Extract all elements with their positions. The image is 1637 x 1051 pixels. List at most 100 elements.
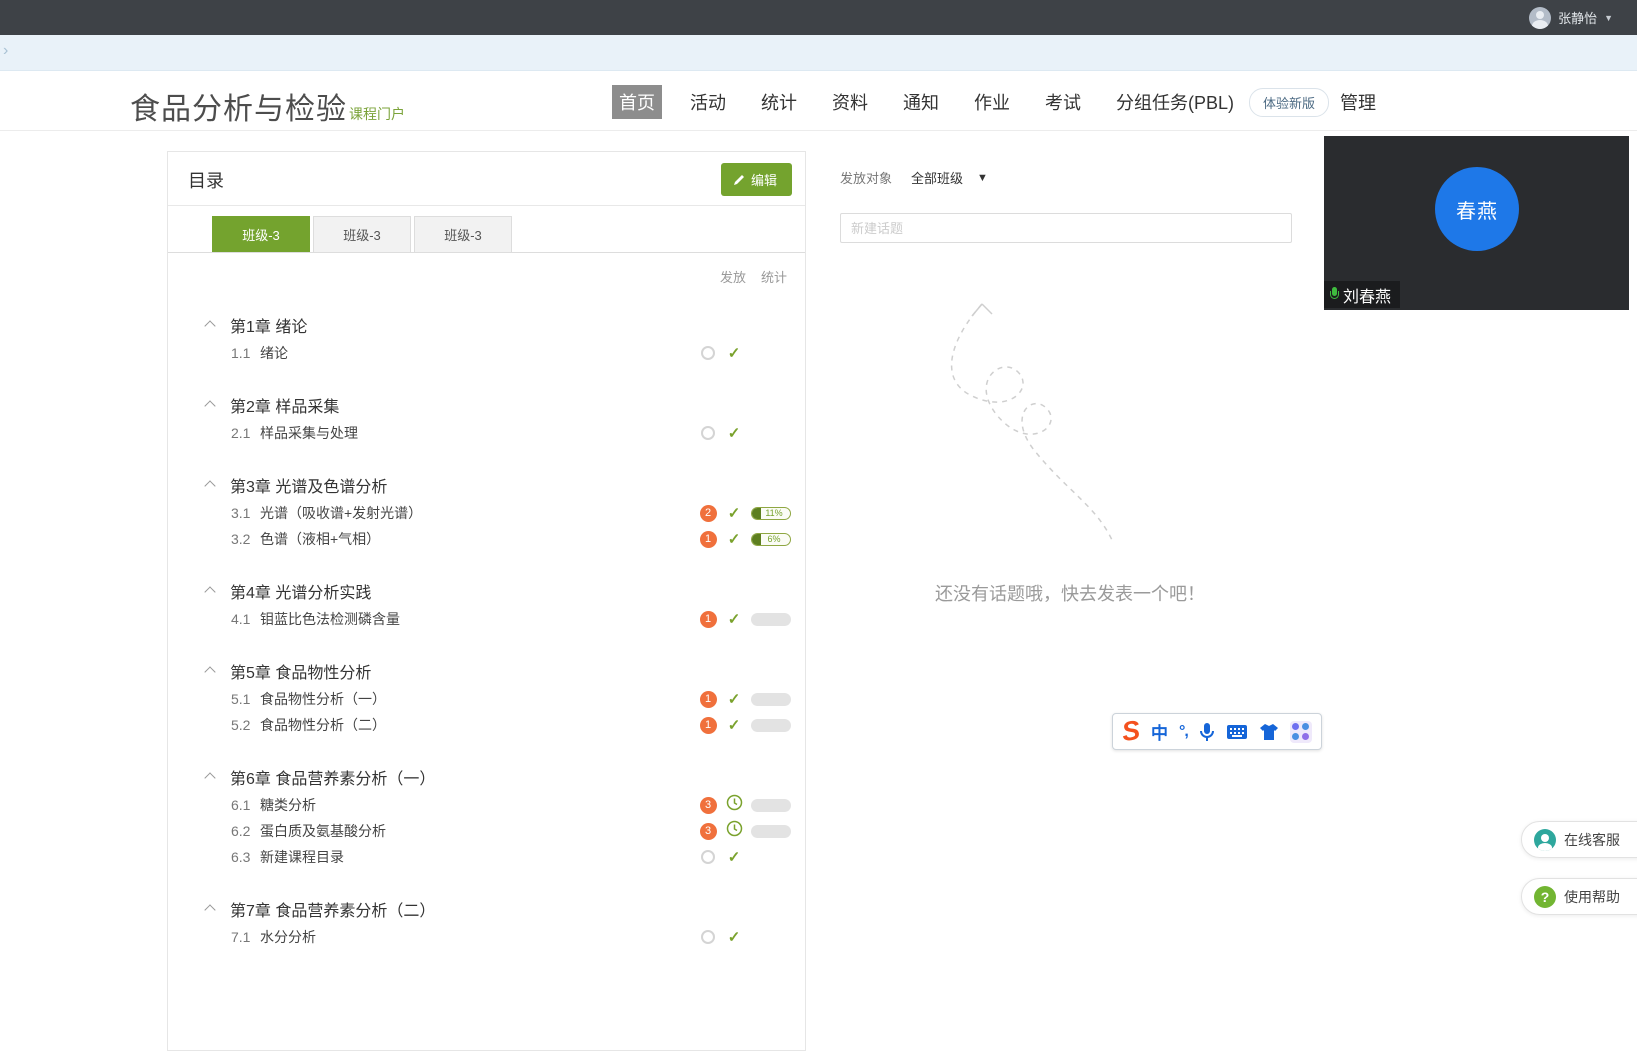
punctuation-icon[interactable]: °, <box>1179 723 1188 741</box>
chapter-row[interactable]: 第5章 食品物性分析 <box>168 656 805 686</box>
check-icon[interactable]: ✓ <box>728 504 741 522</box>
check-icon[interactable]: ✓ <box>728 928 741 946</box>
status-cluster: 1✓ <box>699 690 791 708</box>
section-title[interactable]: 新建课程目录 <box>260 847 344 867</box>
collapse-caret-icon[interactable] <box>204 480 215 491</box>
help-button[interactable]: ? 使用帮助 <box>1521 878 1637 915</box>
progress-slot <box>751 693 791 706</box>
publish-circle-icon[interactable] <box>701 930 715 944</box>
section-title[interactable]: 水分分析 <box>260 927 316 947</box>
chapter-row[interactable]: 第4章 光谱分析实践 <box>168 576 805 606</box>
nav-item[interactable]: 作业 <box>967 85 1017 119</box>
class-tab[interactable]: 班级-3 <box>212 216 310 252</box>
check-icon[interactable]: ✓ <box>728 344 741 362</box>
check-icon[interactable]: ✓ <box>728 530 741 548</box>
status-cluster: ✓ <box>699 928 791 946</box>
section-title[interactable]: 绪论 <box>260 343 288 363</box>
check-icon[interactable]: ✓ <box>728 424 741 442</box>
stats-slot: ✓ <box>725 848 743 866</box>
chapter-row[interactable]: 第1章 绪论 <box>168 310 805 340</box>
nav-item[interactable]: 管理 <box>1333 85 1383 119</box>
section-title[interactable]: 食品物性分析（一） <box>260 689 386 709</box>
unpublished-count-badge[interactable]: 1 <box>700 531 717 548</box>
status-cluster: 1 ✓ 6% <box>699 530 791 548</box>
class-tab[interactable]: 班级-3 <box>414 216 512 252</box>
status-cluster: 2 ✓ 11% <box>699 504 791 522</box>
nav-item[interactable]: 首页 <box>612 85 662 119</box>
chapter-row[interactable]: 第2章 样品采集 <box>168 390 805 420</box>
unpublished-count-badge[interactable]: 1 <box>700 717 717 734</box>
stats-slot: ✓ <box>725 504 743 522</box>
check-icon[interactable]: ✓ <box>728 716 741 734</box>
check-icon[interactable]: ✓ <box>728 690 741 708</box>
keyboard-icon[interactable] <box>1226 724 1248 740</box>
nav-item[interactable]: 通知 <box>896 85 946 119</box>
progress-slot: 11% <box>751 507 791 520</box>
section-title[interactable]: 钼蓝比色法检测磷含量 <box>260 609 400 629</box>
speaker-name: 刘春燕 <box>1343 283 1391 307</box>
chapter-block: 第3章 光谱及色谱分析3.1光谱（吸收谱+发射光谱）2✓11%3.2色谱（液相+… <box>168 470 805 552</box>
new-version-badge[interactable]: 体验新版 <box>1249 88 1329 117</box>
collapse-caret-icon[interactable] <box>204 666 215 677</box>
nav-item[interactable]: 分组任务(PBL) <box>1109 85 1241 119</box>
unpublished-count-badge[interactable]: 2 <box>700 505 717 522</box>
customer-service-button[interactable]: 在线客服 <box>1521 821 1637 858</box>
stats-slot: ✓ <box>725 344 743 362</box>
publish-target-row: 发放对象 全部班级 ▼ <box>840 168 988 187</box>
unpublished-count-badge[interactable]: 3 <box>700 797 717 814</box>
stats-slot: ✓ <box>725 928 743 946</box>
nav-item[interactable]: 考试 <box>1038 85 1088 119</box>
status-cluster: 1✓ <box>699 610 791 628</box>
class-filter-value[interactable]: 全部班级 <box>911 168 963 187</box>
unpublished-count-badge[interactable]: 1 <box>700 691 717 708</box>
section-title[interactable]: 样品采集与处理 <box>260 423 358 443</box>
section-title[interactable]: 光谱（吸收谱+发射光谱） <box>260 503 422 523</box>
sogou-logo-icon[interactable]: S <box>1120 717 1142 746</box>
section-title[interactable]: 蛋白质及氨基酸分析 <box>260 821 386 841</box>
check-icon[interactable]: ✓ <box>728 610 741 628</box>
clock-icon[interactable] <box>726 794 743 816</box>
collapse-caret-icon[interactable] <box>204 904 215 915</box>
chapter-row[interactable]: 第3章 光谱及色谱分析 <box>168 470 805 500</box>
skin-icon[interactable] <box>1259 723 1279 741</box>
section-number: 6.2 <box>231 823 250 839</box>
edit-button[interactable]: 编辑 <box>721 163 792 196</box>
section-row: 1.1绪论✓ <box>168 340 805 366</box>
publish-slot <box>699 346 717 360</box>
unpublished-count-badge[interactable]: 1 <box>700 611 717 628</box>
check-icon[interactable]: ✓ <box>728 848 741 866</box>
collapse-caret-icon[interactable] <box>204 320 215 331</box>
nav-item[interactable]: 资料 <box>825 85 875 119</box>
publish-slot: 3 <box>699 823 717 840</box>
video-overlay[interactable]: 春燕 刘春燕 <box>1324 136 1629 310</box>
section-title[interactable]: 色谱（液相+气相） <box>260 529 380 549</box>
chinese-mode-icon[interactable]: 中 <box>1151 719 1168 744</box>
status-cluster: 3 <box>699 820 791 842</box>
nav-item[interactable]: 活动 <box>683 85 733 119</box>
progress-value: 6% <box>767 534 780 544</box>
publish-circle-icon[interactable] <box>701 850 715 864</box>
new-topic-input[interactable] <box>840 213 1292 243</box>
chapter-row[interactable]: 第6章 食品营养素分析（一） <box>168 762 805 792</box>
unpublished-count-badge[interactable]: 3 <box>700 823 717 840</box>
publish-circle-icon[interactable] <box>701 426 715 440</box>
publish-circle-icon[interactable] <box>701 346 715 360</box>
collapse-caret-icon[interactable] <box>204 400 215 411</box>
nav-item[interactable]: 统计 <box>754 85 804 119</box>
user-menu[interactable]: 张静怡 ▼ <box>1529 7 1613 29</box>
chevron-down-icon[interactable]: ▼ <box>977 172 988 184</box>
toolbox-icon[interactable] <box>1290 721 1312 743</box>
collapse-caret-icon[interactable] <box>204 772 215 783</box>
chapter-list: 第1章 绪论1.1绪论✓第2章 样品采集2.1样品采集与处理✓第3章 光谱及色谱… <box>168 310 805 950</box>
section-number: 4.1 <box>231 611 250 627</box>
clock-icon[interactable] <box>726 820 743 842</box>
section-title[interactable]: 糖类分析 <box>260 795 316 815</box>
user-name: 张静怡 <box>1558 8 1597 27</box>
chapter-row[interactable]: 第7章 食品营养素分析（二） <box>168 894 805 924</box>
class-tab[interactable]: 班级-3 <box>313 216 411 252</box>
collapse-caret-icon[interactable] <box>204 586 215 597</box>
section-title[interactable]: 食品物性分析（二） <box>260 715 386 735</box>
expand-chevron-icon[interactable]: › <box>3 42 8 60</box>
section-number: 6.1 <box>231 797 250 813</box>
voice-input-icon[interactable] <box>1199 722 1215 742</box>
